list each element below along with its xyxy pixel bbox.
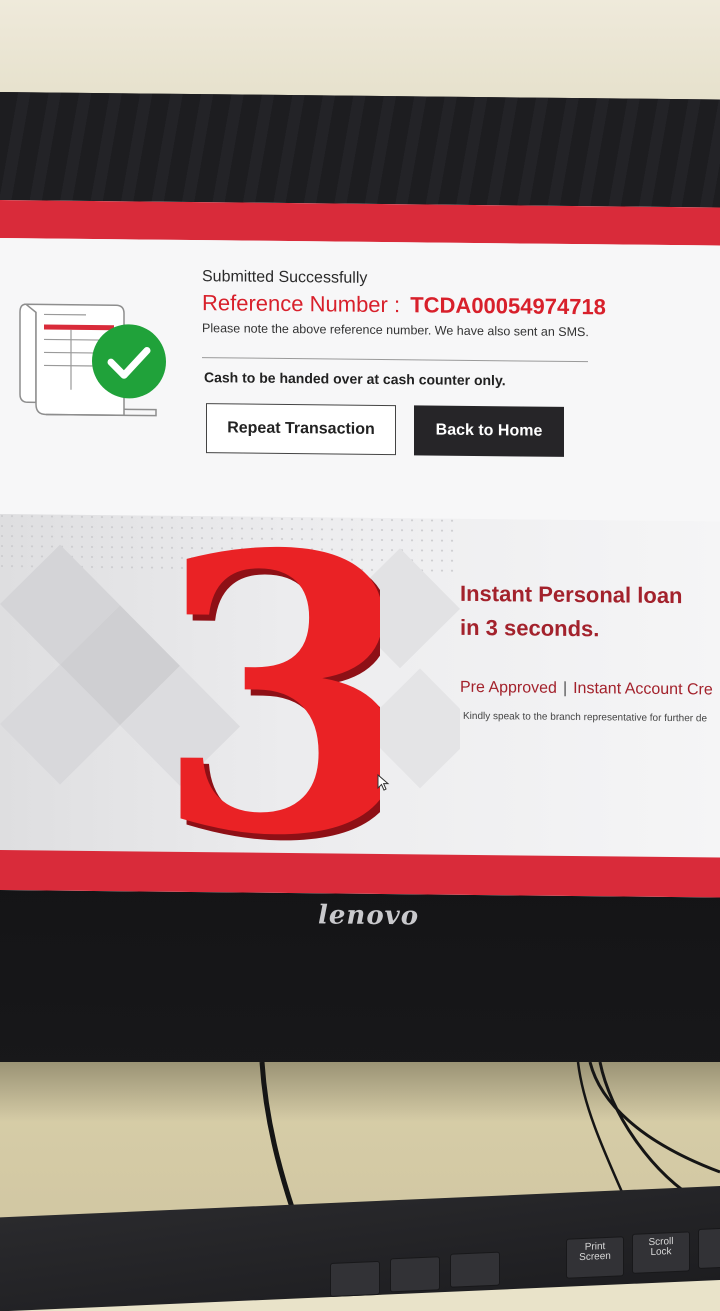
- key-blank[interactable]: [698, 1228, 720, 1269]
- monitor: Submitted Successfully Reference Number …: [0, 92, 720, 1095]
- promo-features: Pre Approved | Instant Account Cre: [460, 679, 713, 700]
- key-blank[interactable]: [450, 1252, 500, 1288]
- repeat-transaction-button[interactable]: Repeat Transaction: [206, 403, 396, 455]
- mouse-cursor-icon: [377, 774, 391, 792]
- feature-pre-approved: Pre Approved: [460, 679, 557, 697]
- key-scroll-lock[interactable]: Scroll Lock: [632, 1231, 690, 1274]
- promo-title-line1: Instant Personal loan: [460, 577, 683, 613]
- promo-title-line2: in 3 seconds.: [460, 611, 683, 647]
- screen: Submitted Successfully Reference Number …: [0, 200, 720, 898]
- feature-instant-account: Instant Account Cre: [573, 680, 713, 698]
- key-blank[interactable]: [330, 1261, 380, 1297]
- lenovo-logo: lenovo: [318, 900, 419, 931]
- back-to-home-button[interactable]: Back to Home: [414, 405, 564, 457]
- monitor-bezel-top: [0, 92, 720, 210]
- feature-separator: |: [563, 680, 567, 697]
- receipt-check-icon: [16, 294, 166, 426]
- reference-number: TCDA00054974718: [410, 292, 606, 319]
- reference-label: Reference Number :: [202, 290, 400, 317]
- success-status: Submitted Successfully: [202, 268, 367, 288]
- cash-notice: Cash to be handed over at cash counter o…: [204, 369, 506, 388]
- footer-red-bar: [0, 850, 720, 898]
- promo-title: Instant Personal loan in 3 seconds.: [460, 577, 683, 647]
- big-three-graphic: 3 3: [140, 515, 380, 854]
- svg-text:3: 3: [154, 515, 380, 854]
- key-blank[interactable]: [390, 1256, 440, 1292]
- key-print-screen[interactable]: Print Screen: [566, 1236, 624, 1279]
- reference-line: Reference Number : TCDA00054974718: [202, 290, 606, 320]
- wall-background: [0, 0, 720, 100]
